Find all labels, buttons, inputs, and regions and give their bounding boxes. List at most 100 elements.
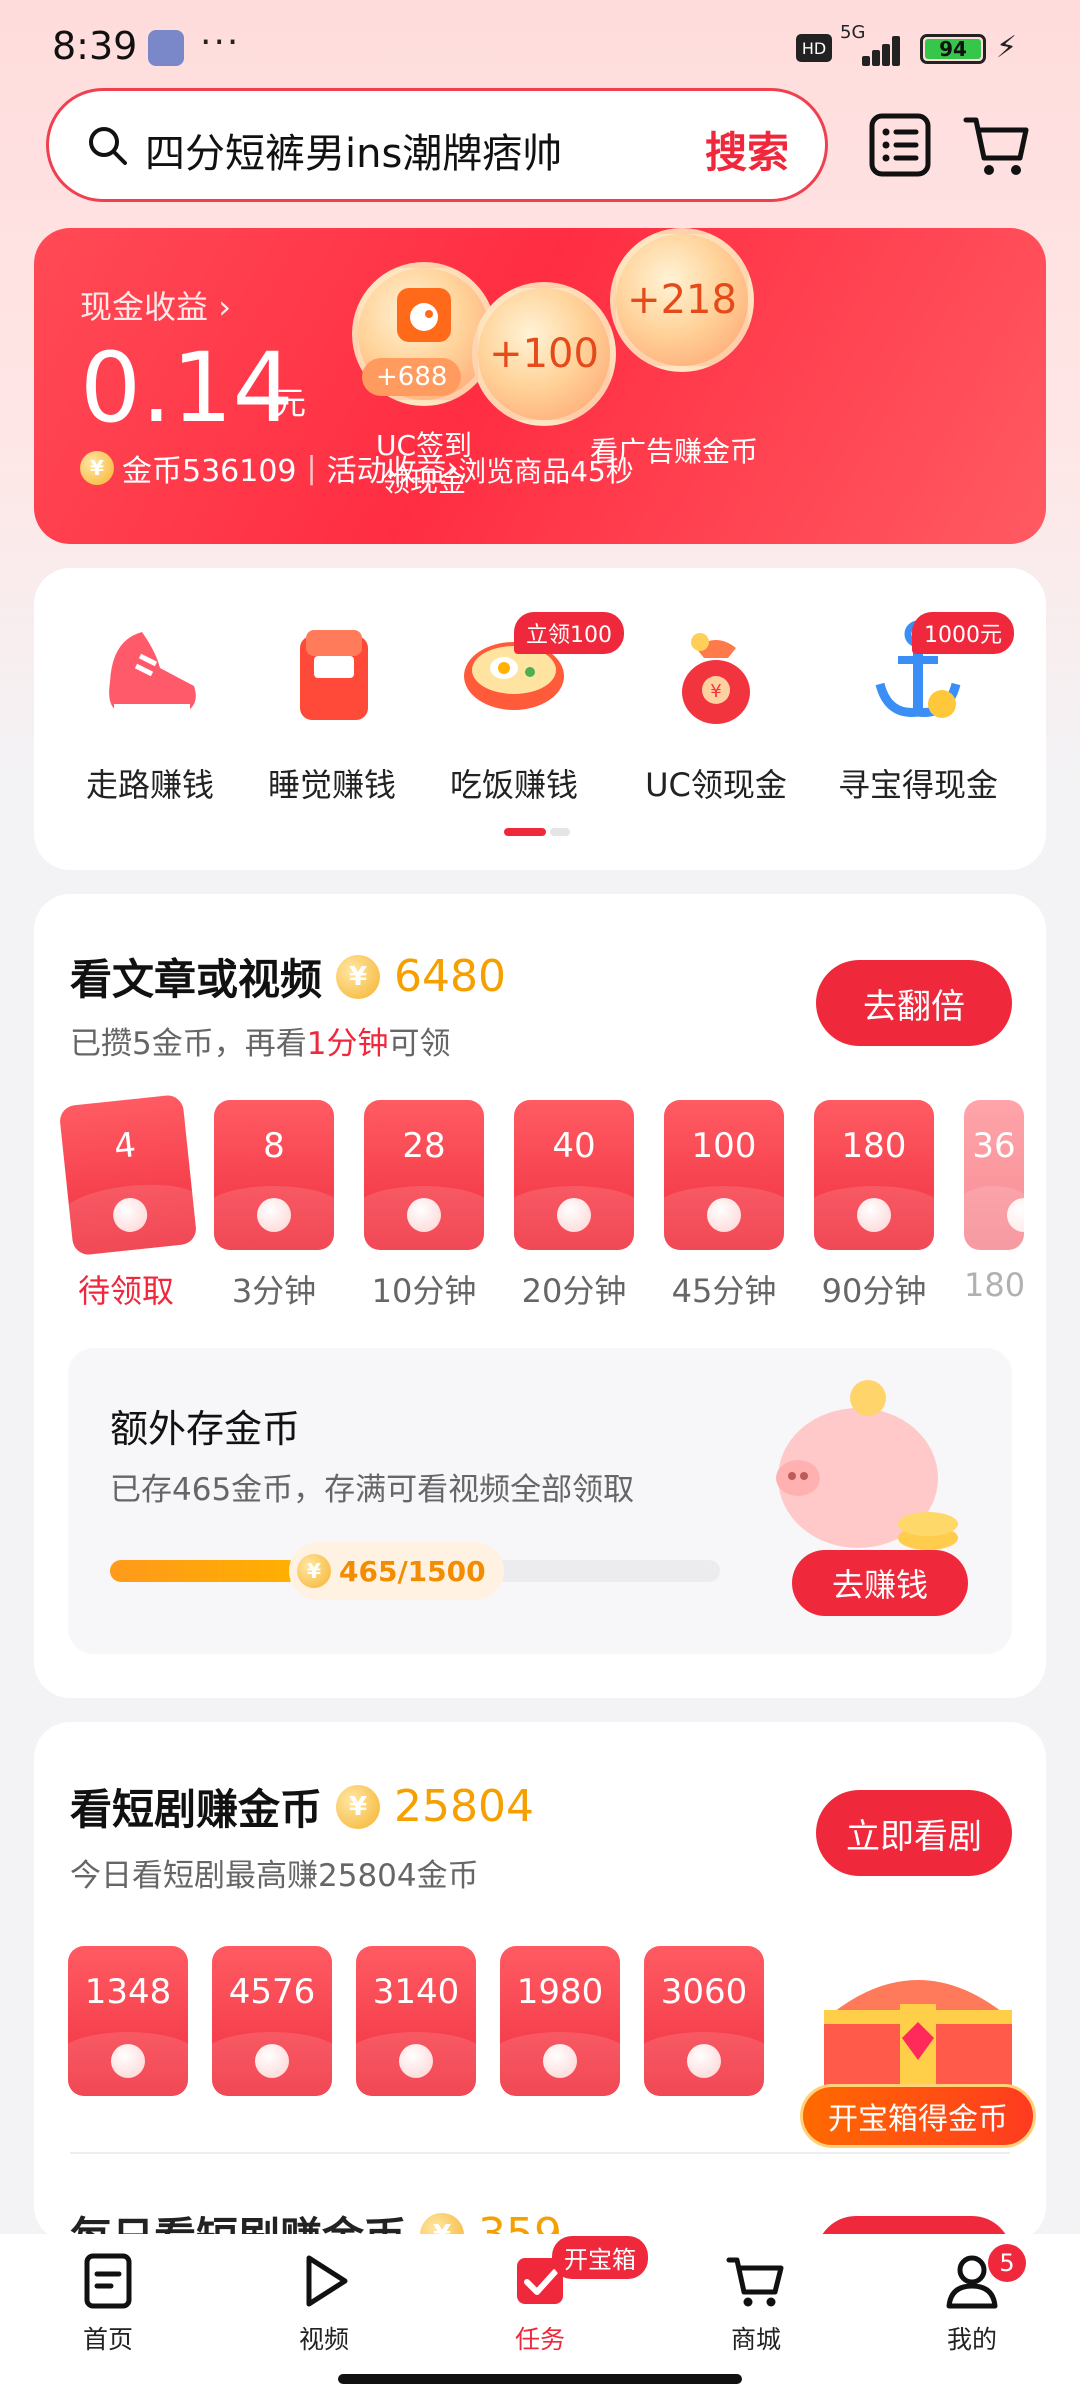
reward-envelope[interactable]: 4 xyxy=(58,1093,198,1257)
drama-envelope[interactable]: 1980 xyxy=(500,1946,620,2096)
search-icon xyxy=(89,127,127,165)
envelope-value: 36 xyxy=(972,1126,1016,1166)
coin-icon: ¥ xyxy=(336,1784,381,1829)
battery-icon: 94 xyxy=(920,34,986,64)
open-chest-label[interactable]: 开宝箱得金币 xyxy=(800,2084,1036,2148)
double-reward-button[interactable]: 去翻倍 xyxy=(816,960,1012,1046)
earn-coins-button[interactable]: 去赚钱 xyxy=(792,1550,968,1616)
browse-bubble[interactable]: +100 xyxy=(472,282,616,426)
quick-task-label: UC领现金 xyxy=(645,766,787,804)
envelope-value: 40 xyxy=(552,1126,596,1166)
treasure-chest-widget[interactable]: 开宝箱得金币 xyxy=(800,1950,1036,2150)
cart-icon[interactable] xyxy=(962,110,1032,180)
play-icon xyxy=(306,2255,348,2307)
earnings-banner[interactable]: 现金收益 › 0.14 元 ¥ 金币536109 | 活动收益 › +688 UC… xyxy=(34,228,1046,544)
search-bar[interactable]: 四分短裤男ins潮牌痞帅 搜索 xyxy=(46,88,828,202)
cash-earnings-label[interactable]: 现金收益 › xyxy=(80,282,231,328)
tab-label: 任务 xyxy=(514,2325,565,2354)
article-coins: 6480 xyxy=(394,951,506,1002)
promo-tag: 立领100 xyxy=(514,612,624,654)
reward-envelope[interactable]: 180 xyxy=(814,1100,934,1250)
section-divider xyxy=(70,2152,1010,2154)
envelope-value: 1980 xyxy=(516,1972,604,2012)
quick-task-sleep[interactable]: 睡觉赚钱 xyxy=(252,612,412,806)
envelope-value: 4576 xyxy=(228,1972,316,2012)
envelope-time-label: 待领取 xyxy=(77,1272,174,1310)
reward-envelope[interactable]: 36 xyxy=(964,1100,1024,1250)
checkin-value: +688 xyxy=(362,358,462,396)
coin-icon: ¥ xyxy=(336,954,381,999)
me-badge: 5 xyxy=(988,2244,1026,2282)
promo-tag: 1000元 xyxy=(912,612,1014,654)
tab-home[interactable]: 首页 xyxy=(48,2250,168,2356)
envelope-time-label: 3分钟 xyxy=(231,1272,317,1310)
home-document-icon xyxy=(84,2253,132,2309)
tab-label: 我的 xyxy=(946,2325,997,2354)
list-icon[interactable] xyxy=(866,110,936,180)
sneaker-icon xyxy=(109,632,196,712)
envelope-time-label: 180 xyxy=(964,1266,1026,1304)
ad-value: +218 xyxy=(627,277,737,323)
envelope-time-label: 45分钟 xyxy=(671,1272,777,1310)
quick-task-uc-cash[interactable]: ¥ UC领现金 xyxy=(626,612,806,806)
reward-envelope[interactable]: 28 xyxy=(364,1100,484,1250)
app-notification-icon xyxy=(148,30,184,66)
savings-progress-fill xyxy=(110,1560,299,1582)
signal-icon: 5G xyxy=(840,22,904,66)
search-input[interactable]: 四分短裤男ins潮牌痞帅 xyxy=(145,121,562,179)
sleep-box-icon xyxy=(300,630,368,720)
uc-squirrel-icon xyxy=(397,288,451,342)
battery-level: 94 xyxy=(939,37,967,61)
envelope-time-label: 90分钟 xyxy=(821,1272,927,1310)
status-time: 8:39 xyxy=(52,24,138,68)
envelope-value: 8 xyxy=(263,1126,285,1166)
drama-coins: 25804 xyxy=(394,1781,534,1832)
reward-envelope[interactable]: 40 xyxy=(514,1100,634,1250)
network-type: 5G xyxy=(840,22,866,43)
tasks-badge: 开宝箱 xyxy=(552,2236,648,2279)
article-section-title: 看文章或视频 ¥ 6480 xyxy=(70,951,506,1004)
envelope-value: 1348 xyxy=(84,1972,172,2012)
reward-envelope[interactable]: 8 xyxy=(214,1100,334,1250)
coin-icon: ¥ xyxy=(80,451,114,485)
coin-count: 金币536109 xyxy=(122,454,297,489)
cash-amount: 0.14 xyxy=(80,332,294,444)
drama-section-subtitle: 今日看短剧最高赚25804金币 xyxy=(70,1858,479,1894)
reward-envelope[interactable]: 100 xyxy=(664,1100,784,1250)
home-indicator xyxy=(338,2374,742,2384)
drama-envelope[interactable]: 3140 xyxy=(356,1946,476,2096)
quick-task-label: 睡觉赚钱 xyxy=(267,766,396,804)
tab-video[interactable]: 视频 xyxy=(264,2250,384,2356)
envelope-value: 3140 xyxy=(372,1972,460,2012)
search-button[interactable]: 搜索 xyxy=(705,119,789,180)
drama-envelope[interactable]: 4576 xyxy=(212,1946,332,2096)
envelope-time-label: 10分钟 xyxy=(371,1272,477,1310)
ad-label[interactable]: 看广告赚金币 xyxy=(590,434,780,470)
status-bar: 8:39 ··· HD 5G 94 ⚡ xyxy=(0,0,1080,96)
tab-label: 商城 xyxy=(730,2325,781,2354)
envelope-value: 100 xyxy=(691,1126,757,1166)
article-section-subtitle: 已攒5金币，再看1分钟可领 xyxy=(70,1026,451,1062)
quick-task-label: 寻宝得现金 xyxy=(837,766,998,804)
hd-voice-icon: HD xyxy=(796,34,832,62)
envelope-value: 4 xyxy=(112,1125,138,1168)
more-notifications-icon: ··· xyxy=(200,22,241,63)
quick-task-label: 走路赚钱 xyxy=(85,766,214,804)
charging-icon: ⚡ xyxy=(996,30,1018,65)
envelope-value: 180 xyxy=(841,1126,907,1166)
watch-drama-button[interactable]: 立即看剧 xyxy=(816,1790,1012,1876)
svg-text:¥: ¥ xyxy=(710,681,721,702)
envelope-value: 28 xyxy=(402,1126,446,1166)
tab-mall[interactable]: 商城 xyxy=(696,2250,816,2356)
extra-savings-box: 额外存金币 已存465金币，存满可看视频全部领取 ¥ 465/1500 去赚钱 xyxy=(68,1348,1012,1654)
ad-bubble[interactable]: +218 xyxy=(610,228,754,372)
coin-icon: ¥ xyxy=(297,1554,331,1588)
quick-task-label: 吃饭赚钱 xyxy=(449,766,578,804)
savings-progress-bar: ¥ 465/1500 xyxy=(110,1542,720,1600)
drama-envelope[interactable]: 1348 xyxy=(68,1946,188,2096)
quick-task-walk[interactable]: 走路赚钱 xyxy=(70,612,230,806)
envelope-value: 3060 xyxy=(660,1972,748,2012)
savings-title: 额外存金币 xyxy=(110,1407,301,1451)
money-bag-icon: ¥ xyxy=(682,633,750,724)
drama-envelope[interactable]: 3060 xyxy=(644,1946,764,2096)
